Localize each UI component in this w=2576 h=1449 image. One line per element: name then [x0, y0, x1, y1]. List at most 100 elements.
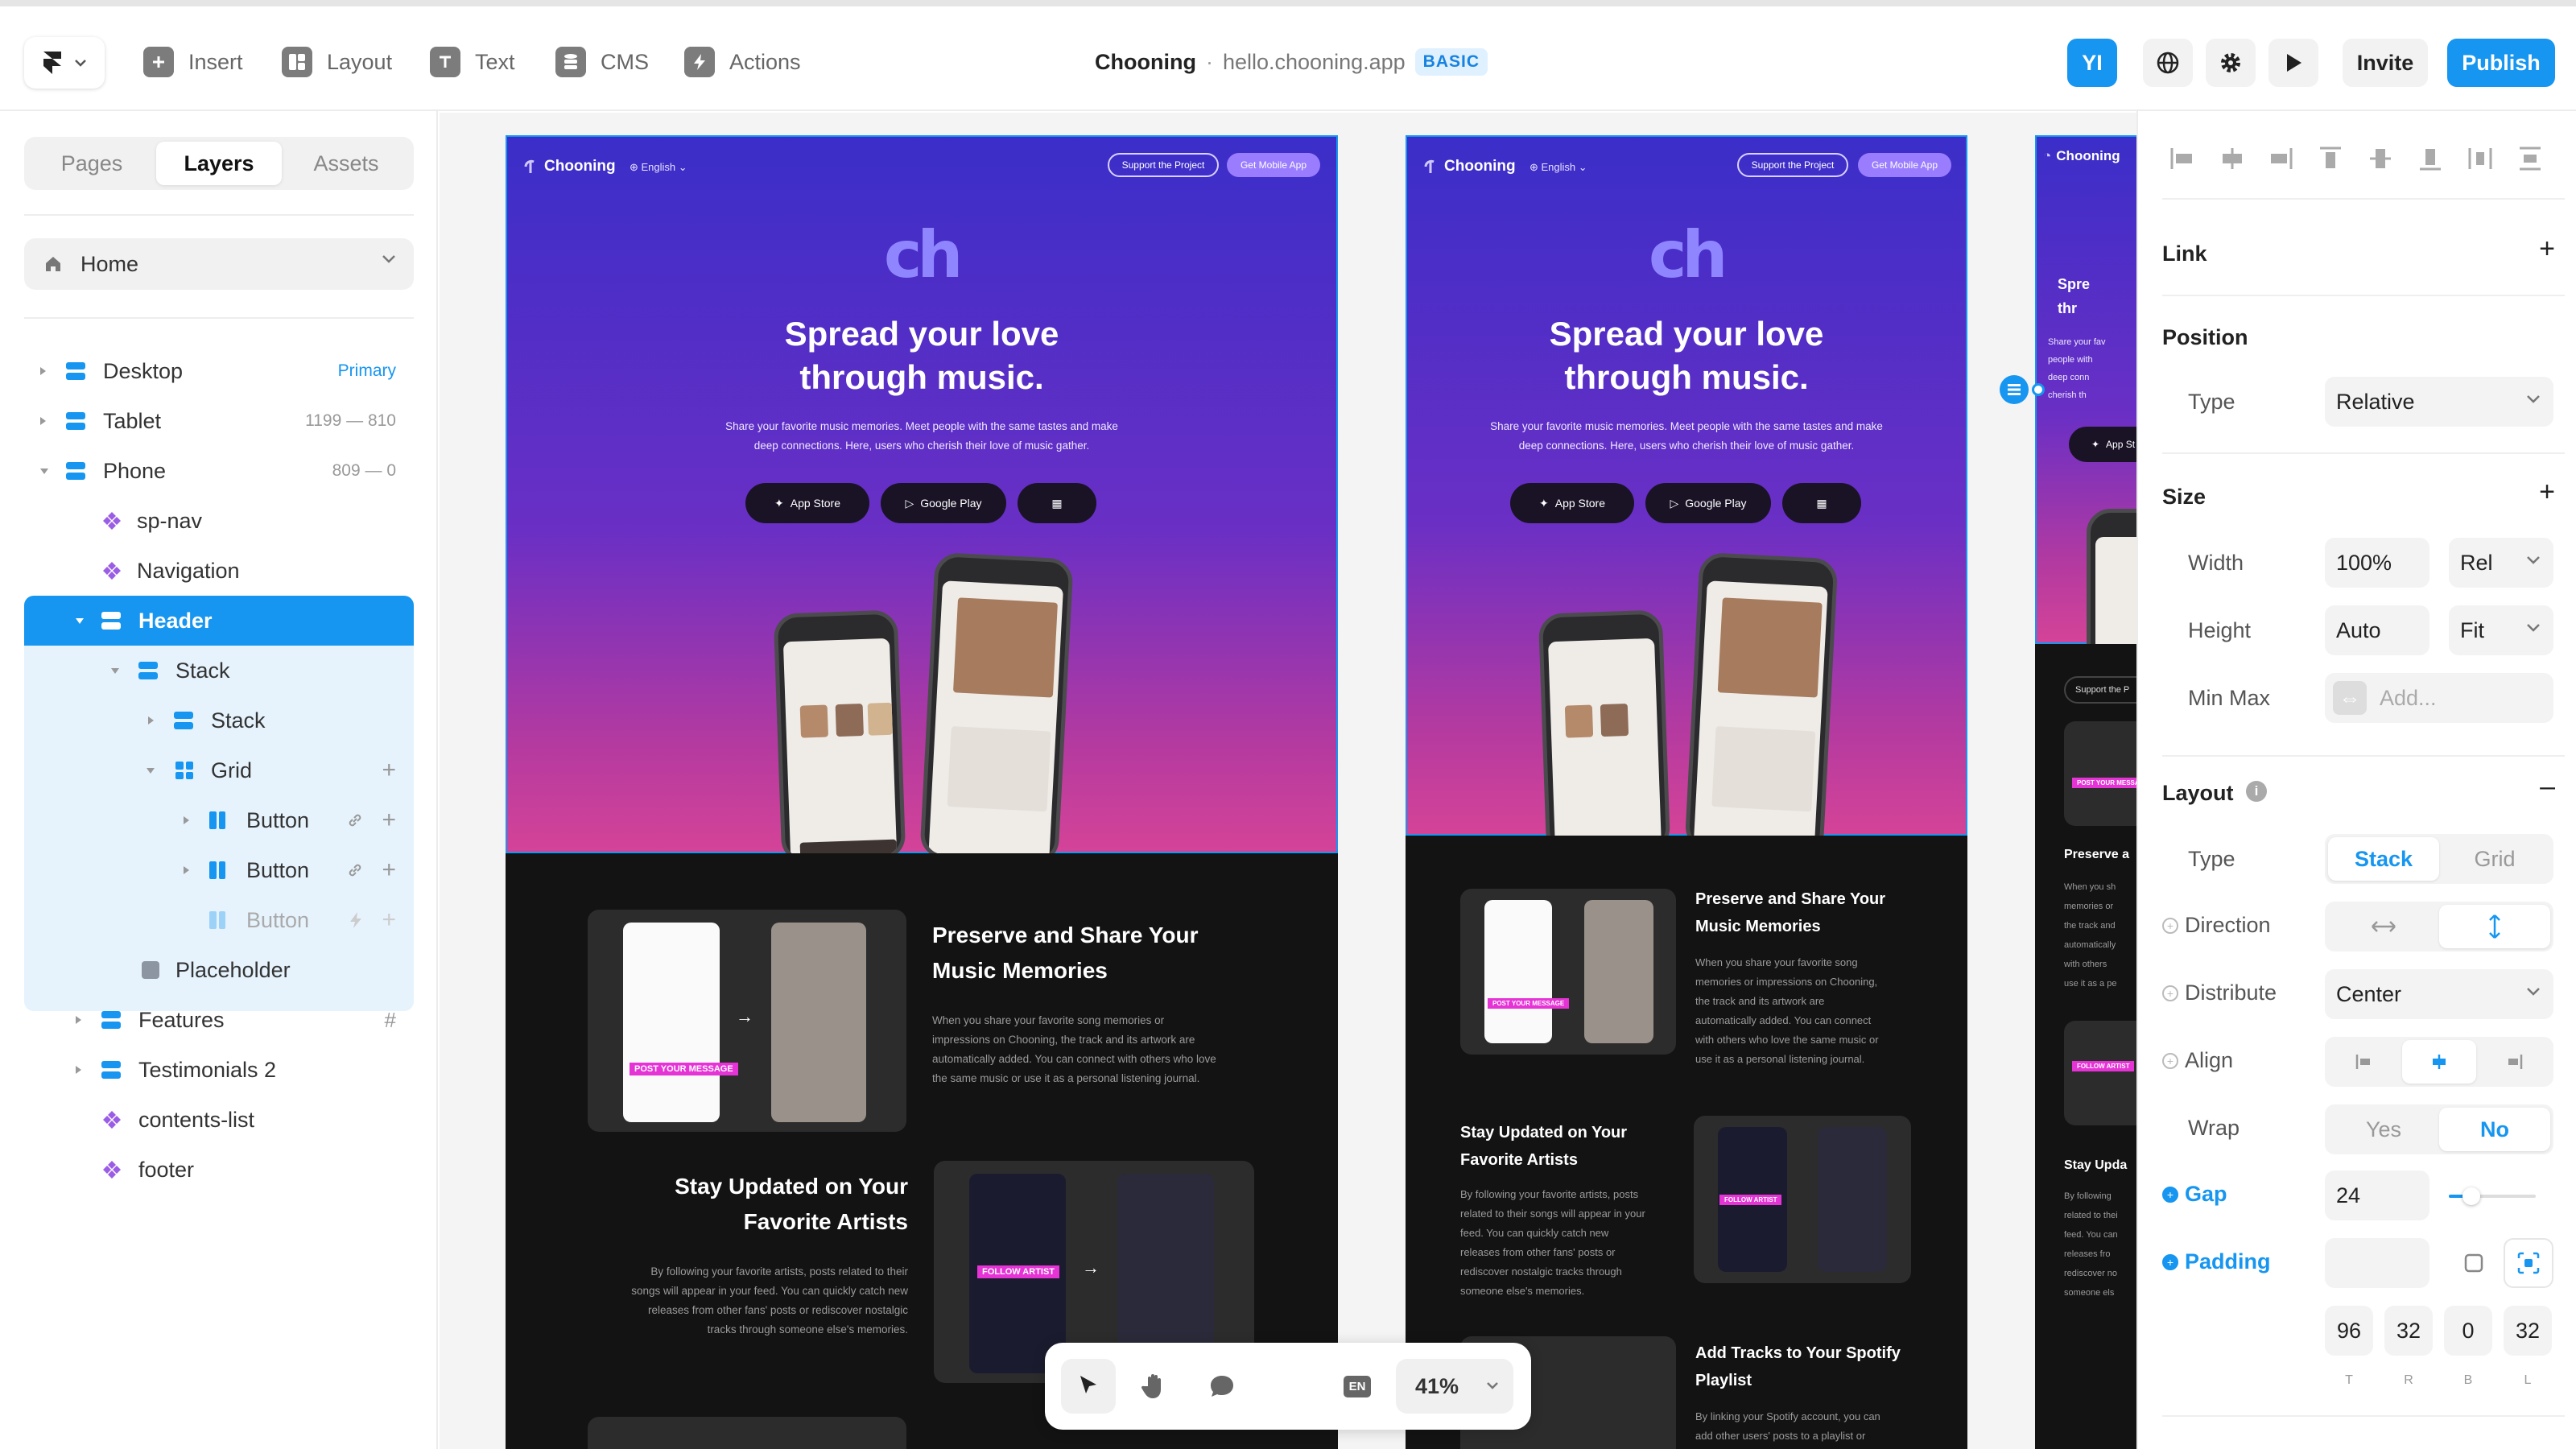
padding-uniform-icon[interactable]: [2449, 1238, 2499, 1288]
layer-stack[interactable]: Stack: [24, 696, 414, 745]
add-icon[interactable]: +: [382, 757, 396, 784]
align-top-icon[interactable]: [2317, 145, 2344, 172]
collapse-caret-icon[interactable]: [111, 667, 119, 674]
expand-caret-icon[interactable]: [148, 716, 154, 724]
collapse-caret-icon[interactable]: [147, 767, 155, 774]
align-bottom-icon[interactable]: [2417, 145, 2444, 172]
info-icon[interactable]: i: [2246, 781, 2267, 802]
support-button[interactable]: Support the Project: [1737, 153, 1848, 177]
tab-assets[interactable]: Assets: [283, 142, 409, 185]
get-app-button[interactable]: Get Mobile App: [1858, 153, 1951, 177]
layer-contents-list[interactable]: contents-list: [24, 1095, 414, 1145]
gear-icon[interactable]: [2206, 39, 2256, 87]
gap-slider-thumb[interactable]: [2462, 1187, 2480, 1205]
support-button[interactable]: Support the Project: [1108, 153, 1219, 177]
layer-button[interactable]: Button +: [24, 795, 414, 845]
expand-caret-icon[interactable]: [40, 417, 46, 425]
align-center-icon[interactable]: [2402, 1040, 2476, 1084]
direction-vertical-icon[interactable]: [2439, 905, 2550, 948]
tablet-frame[interactable]: Chooning ⊕ English ⌄ Support the Project…: [1406, 135, 1967, 1449]
app-store-button[interactable]: ✦ App Store: [745, 483, 869, 523]
layer-sp-nav[interactable]: sp-nav: [24, 496, 414, 546]
layer-desktop[interactable]: Desktop Primary: [24, 346, 414, 396]
add-icon[interactable]: +: [382, 807, 396, 834]
expand-caret-icon[interactable]: [76, 1066, 81, 1074]
add-align-icon[interactable]: +: [2162, 1053, 2178, 1069]
comment-tool-icon[interactable]: [1203, 1367, 1241, 1406]
globe-icon[interactable]: [2143, 39, 2193, 87]
project-title[interactable]: Chooning · hello.chooning.app BASIC: [1095, 48, 1488, 76]
user-avatar[interactable]: YI: [2067, 39, 2117, 87]
add-size-icon[interactable]: +: [2539, 477, 2555, 508]
layer-button-hidden[interactable]: Button +: [24, 895, 414, 945]
cms-button[interactable]: CMS: [555, 42, 649, 82]
padding-all-input[interactable]: [2325, 1238, 2429, 1288]
insert-button[interactable]: Insert: [143, 42, 243, 82]
padding-enabled-icon[interactable]: +: [2162, 1254, 2178, 1270]
layer-phone[interactable]: Phone 809 — 0: [24, 446, 414, 496]
padding-individual-icon[interactable]: [2504, 1238, 2553, 1288]
stack-handle-icon[interactable]: [2000, 375, 2029, 404]
hand-tool-icon[interactable]: [1135, 1367, 1174, 1406]
padding-top-input[interactable]: 96: [2325, 1306, 2373, 1356]
width-input[interactable]: 100%: [2325, 538, 2429, 588]
distribute-v-icon[interactable]: [2516, 145, 2544, 172]
google-play-button[interactable]: ▷ Google Play: [1645, 483, 1771, 523]
layer-header[interactable]: Header: [24, 596, 414, 646]
framer-menu-button[interactable]: [24, 37, 105, 89]
distribute-select[interactable]: Center: [2325, 969, 2553, 1019]
get-app-button[interactable]: Get Mobile App: [1227, 153, 1320, 177]
support-button[interactable]: Support the P: [2064, 676, 2136, 704]
wrap-no-option[interactable]: No: [2439, 1108, 2550, 1151]
language-selector[interactable]: ⊕ English ⌄: [630, 161, 687, 174]
canvas[interactable]: Chooning ⊕ English ⌄ Support the Project…: [440, 113, 2136, 1449]
text-button[interactable]: Text: [430, 42, 515, 82]
desktop-frame[interactable]: Chooning ⊕ English ⌄ Support the Project…: [506, 135, 1338, 1449]
position-type-select[interactable]: Relative: [2325, 377, 2553, 427]
page-selector[interactable]: Home: [24, 238, 414, 290]
site-logo[interactable]: Chooning: [1423, 158, 1516, 175]
play-icon[interactable]: [2268, 39, 2318, 87]
qr-code-button[interactable]: ▦: [1018, 483, 1096, 523]
gap-enabled-icon[interactable]: +: [2162, 1187, 2178, 1203]
actions-button[interactable]: Actions: [684, 42, 801, 82]
resize-handle[interactable]: [2032, 383, 2045, 396]
header-selected[interactable]: Chooning ⊕ English ⌄ Support the Project…: [1406, 135, 1967, 857]
dark-mode-icon[interactable]: [1270, 1367, 1309, 1406]
layer-grid[interactable]: Grid +: [24, 745, 414, 795]
collapse-caret-icon[interactable]: [40, 468, 48, 474]
layer-stack[interactable]: Stack: [24, 646, 414, 696]
direction-horizontal-icon[interactable]: [2328, 905, 2439, 948]
layer-navigation[interactable]: Navigation: [24, 546, 414, 596]
header-selected[interactable]: ◔ Chooning Spre thr Share your fav people…: [2035, 135, 2136, 670]
layout-grid-option[interactable]: Grid: [2439, 837, 2550, 881]
language-selector[interactable]: ⊕ English ⌄: [1530, 161, 1587, 174]
distribute-h-icon[interactable]: [2467, 145, 2494, 172]
width-unit-select[interactable]: Rel: [2449, 538, 2553, 588]
add-icon[interactable]: +: [382, 857, 396, 884]
align-center-v-icon[interactable]: [2367, 145, 2394, 172]
layer-button[interactable]: Button +: [24, 845, 414, 895]
language-toggle[interactable]: EN: [1338, 1367, 1377, 1406]
phone-frame[interactable]: ◔ Chooning Spre thr Share your fav people…: [2035, 135, 2136, 1449]
add-icon[interactable]: +: [382, 906, 396, 934]
padding-left-input[interactable]: 32: [2504, 1306, 2552, 1356]
add-distribute-icon[interactable]: +: [2162, 985, 2178, 1001]
publish-button[interactable]: Publish: [2447, 39, 2555, 87]
height-input[interactable]: Auto: [2325, 605, 2429, 655]
add-direction-icon[interactable]: +: [2162, 918, 2178, 934]
height-unit-select[interactable]: Fit: [2449, 605, 2553, 655]
cursor-tool-icon[interactable]: [1061, 1359, 1116, 1414]
align-end-icon[interactable]: [2478, 1040, 2550, 1084]
collapse-caret-icon[interactable]: [76, 617, 84, 624]
header-selected[interactable]: Chooning ⊕ English ⌄ Support the Project…: [506, 135, 1338, 865]
invite-button[interactable]: Invite: [2343, 39, 2428, 87]
tab-pages[interactable]: Pages: [29, 142, 155, 185]
layer-placeholder[interactable]: Placeholder: [24, 945, 414, 995]
expand-caret-icon[interactable]: [184, 816, 189, 824]
zoom-select[interactable]: 41%: [1396, 1359, 1513, 1414]
layer-testimonials[interactable]: Testimonials 2: [24, 1045, 414, 1095]
align-start-icon[interactable]: [2328, 1040, 2401, 1084]
padding-right-input[interactable]: 32: [2384, 1306, 2433, 1356]
gap-slider-track[interactable]: [2449, 1187, 2536, 1205]
